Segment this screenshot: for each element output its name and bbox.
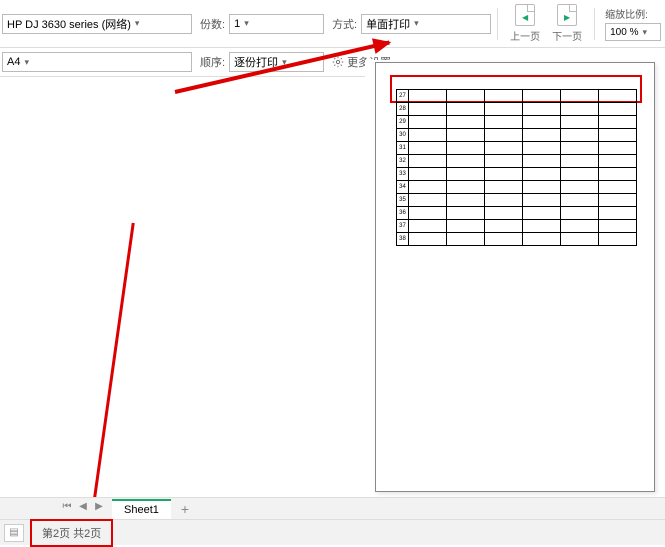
status-button[interactable]: ▤ <box>4 524 24 542</box>
zoom-value: 100 % <box>610 27 638 38</box>
table-row: 36 <box>397 207 637 220</box>
zoom-label: 缩放比例: <box>605 6 648 21</box>
copies-input[interactable]: 1 ▾ <box>229 14 324 34</box>
divider <box>594 8 595 40</box>
paper-value: A4 <box>7 56 20 68</box>
mode-label: 方式: <box>332 16 357 32</box>
status-bar: ▤ 第2页 共2页 <box>0 519 665 545</box>
page-info-text: 第2页 共2页 <box>42 528 101 540</box>
prev-page-label: 上一页 <box>510 28 540 43</box>
table-row: 27 <box>397 90 637 103</box>
table-row: 34 <box>397 181 637 194</box>
page-preview: 272829303132333435363738 <box>375 62 655 492</box>
table-row: 38 <box>397 233 637 246</box>
order-label: 顺序: <box>200 54 225 70</box>
divider <box>497 8 498 40</box>
preview-table: 272829303132333435363738 <box>396 89 637 246</box>
chevron-down-icon: ▾ <box>414 18 419 29</box>
mode-value: 单面打印 <box>366 16 410 32</box>
paper-select[interactable]: A4 ▾ <box>2 52 192 72</box>
copies-label: 份数: <box>200 16 225 32</box>
mode-select[interactable]: 单面打印 ▾ <box>361 14 491 34</box>
table-row: 35 <box>397 194 637 207</box>
next-page-button[interactable]: ▶ 下一页 <box>546 4 588 43</box>
gear-icon <box>332 56 344 68</box>
add-sheet-button[interactable]: + <box>175 501 195 517</box>
copies-value: 1 <box>234 18 240 30</box>
table-row: 29 <box>397 116 637 129</box>
prev-page-button[interactable]: ◀ 上一页 <box>504 4 546 43</box>
page-icon: ▶ <box>557 4 577 26</box>
table-row: 32 <box>397 155 637 168</box>
zoom-input[interactable]: 100 % ▾ <box>605 23 661 41</box>
table-row: 31 <box>397 142 637 155</box>
chevron-down-icon: ▾ <box>642 27 647 38</box>
table-row: 30 <box>397 129 637 142</box>
annotation-arrow <box>90 223 135 520</box>
table-row: 28 <box>397 103 637 116</box>
sheet-tab-label: Sheet1 <box>124 504 159 516</box>
table-row: 33 <box>397 168 637 181</box>
stepper-icon: ▾ <box>244 18 249 29</box>
tab-scroll-prev[interactable]: ◀ <box>76 501 90 517</box>
sheet-tabs-bar: ⏮ ◀ ▶ Sheet1 + <box>0 497 665 519</box>
chevron-down-icon: ▾ <box>135 18 140 29</box>
page-info: 第2页 共2页 <box>30 519 113 547</box>
printer-value: HP DJ 3630 series (网络) <box>7 16 131 32</box>
chevron-down-icon: ▾ <box>24 57 29 68</box>
printer-select[interactable]: HP DJ 3630 series (网络) ▾ <box>2 14 192 34</box>
tab-scroll-first[interactable]: ⏮ <box>60 501 74 517</box>
print-preview-area: 272829303132333435363738 <box>365 60 665 515</box>
table-row: 37 <box>397 220 637 233</box>
tab-scroll-next[interactable]: ▶ <box>92 501 106 517</box>
page-icon: ◀ <box>515 4 535 26</box>
sheet-tab[interactable]: Sheet1 <box>112 499 171 519</box>
next-page-label: 下一页 <box>552 28 582 43</box>
